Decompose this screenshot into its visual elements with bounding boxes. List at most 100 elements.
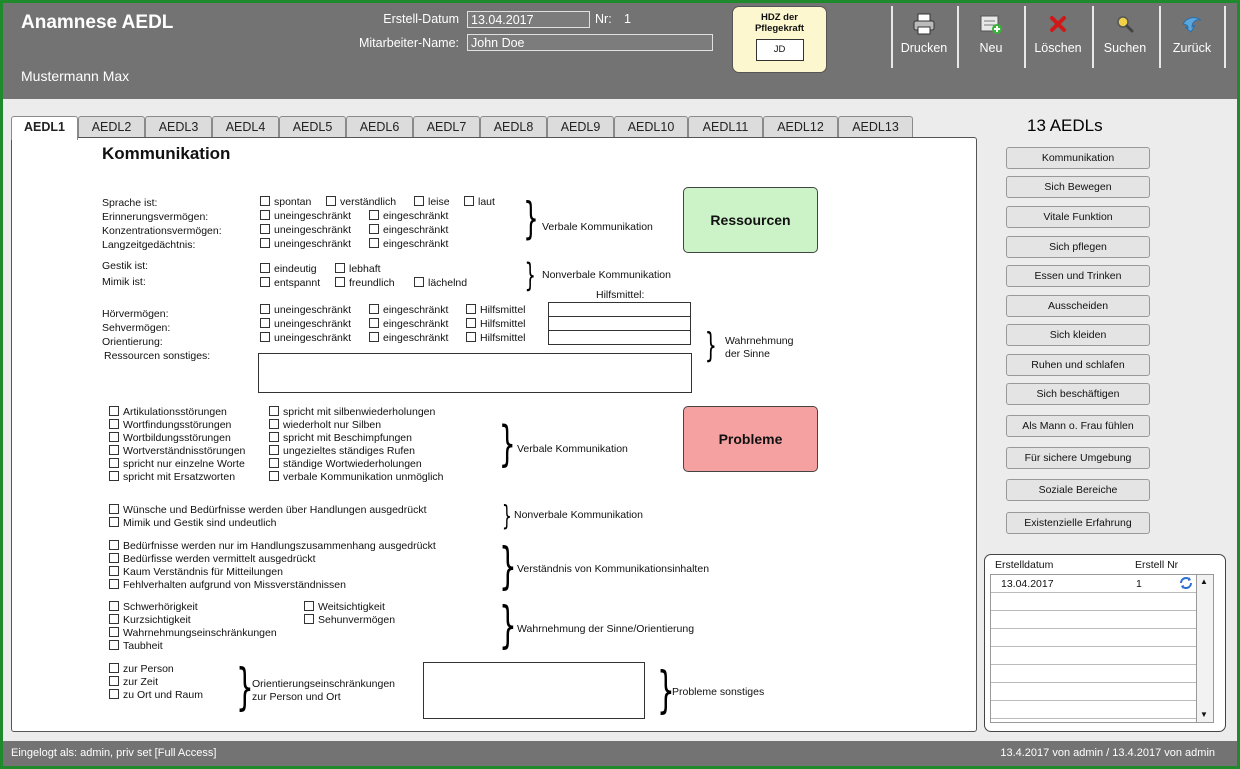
checkbox-lebhaft[interactable] [335,263,345,273]
resources-other-input[interactable] [258,353,692,393]
list-scrollbar[interactable]: ▲ ▼ [1196,575,1213,722]
created-date-input[interactable]: 13.04.2017 [467,11,590,28]
sidebar-button-soziale-bereiche[interactable]: Soziale Bereiche [1006,479,1150,501]
checkbox-hearing-unrestricted[interactable] [260,304,270,314]
checkbox-laechelnd[interactable] [414,277,424,287]
checkbox-orientation-unrestricted[interactable] [260,332,270,342]
tab-aedl1[interactable]: AEDL1 [11,116,78,140]
checkbox-vision-unrestricted[interactable] [260,318,270,328]
list-item[interactable] [991,683,1196,701]
checkbox-problem[interactable] [109,432,119,442]
list-item[interactable] [991,701,1196,719]
checkbox-longterm-restricted[interactable] [369,238,379,248]
checkbox-problem[interactable] [269,445,279,455]
back-button[interactable]: Zurück [1160,6,1224,70]
tab-aedl2[interactable]: AEDL2 [78,116,145,138]
checkbox-problem[interactable] [109,553,119,563]
sidebar-button-mann-frau[interactable]: Als Mann o. Frau fühlen [1006,415,1150,437]
sidebar-button-sich-bewegen[interactable]: Sich Bewegen [1006,176,1150,198]
checkbox-problem[interactable] [109,627,119,637]
checkbox-problem[interactable] [269,458,279,468]
checkbox-problem[interactable] [109,471,119,481]
sidebar-button-sich-kleiden[interactable]: Sich kleiden [1006,324,1150,346]
sidebar-button-ausscheiden[interactable]: Ausscheiden [1006,295,1150,317]
tab-aedl13[interactable]: AEDL13 [838,116,913,138]
delete-button[interactable]: Löschen [1026,6,1090,70]
tab-aedl12[interactable]: AEDL12 [763,116,838,138]
checkbox-problem[interactable] [109,445,119,455]
sidebar-button-essen-trinken[interactable]: Essen und Trinken [1006,265,1150,287]
checkbox-entspannt[interactable] [260,277,270,287]
checkbox-problem[interactable] [109,676,119,686]
checkbox-problem[interactable] [269,419,279,429]
checkbox-concentration-restricted[interactable] [369,224,379,234]
search-button[interactable]: Suchen [1093,6,1157,70]
sidebar-button-vitale-funktion[interactable]: Vitale Funktion [1006,206,1150,228]
tab-aedl8[interactable]: AEDL8 [480,116,547,138]
list-item[interactable] [991,665,1196,683]
checkbox-vision-aids[interactable] [466,318,476,328]
hearing-aids-input[interactable] [548,302,691,317]
checkbox-memory-unrestricted[interactable] [260,210,270,220]
checkbox-problem[interactable] [109,419,119,429]
checkbox-problem[interactable] [109,458,119,468]
checkbox-problem[interactable] [109,663,119,673]
new-button[interactable]: Neu [959,6,1023,70]
orientation-aids-input[interactable] [548,330,691,345]
tab-aedl3[interactable]: AEDL3 [145,116,212,138]
list-item[interactable] [991,593,1196,611]
sidebar-button-sich-beschaeftigen[interactable]: Sich beschäftigen [1006,383,1150,405]
employee-name-input[interactable]: John Doe [467,34,713,51]
print-button[interactable]: Drucken [892,6,956,70]
tab-aedl7[interactable]: AEDL7 [413,116,480,138]
checkbox-orientation-aids[interactable] [466,332,476,342]
sidebar-button-sich-pflegen[interactable]: Sich pflegen [1006,236,1150,258]
checkbox-problem[interactable] [109,601,119,611]
checkbox-leise[interactable] [414,196,424,206]
checkbox-problem[interactable] [109,504,119,514]
scroll-down-icon[interactable]: ▼ [1200,710,1208,719]
checkbox-problem[interactable] [109,517,119,527]
checkbox-longterm-unrestricted[interactable] [260,238,270,248]
checkbox-problem[interactable] [109,540,119,550]
problems-other-input[interactable] [423,662,645,719]
tab-aedl4[interactable]: AEDL4 [212,116,279,138]
sidebar-button-sichere-umgebung[interactable]: Für sichere Umgebung [1006,447,1150,469]
checkbox-problem[interactable] [269,406,279,416]
checkbox-problem[interactable] [269,471,279,481]
checkbox-spontan[interactable] [260,196,270,206]
checkbox-memory-restricted[interactable] [369,210,379,220]
checkbox-problem[interactable] [269,432,279,442]
checkbox-problem[interactable] [109,689,119,699]
vision-aids-input[interactable] [548,316,691,331]
checkbox-problem[interactable] [304,601,314,611]
tab-aedl10[interactable]: AEDL10 [614,116,688,138]
tab-aedl11[interactable]: AEDL11 [688,116,763,138]
checkbox-problem[interactable] [109,566,119,576]
checkbox-laut[interactable] [464,196,474,206]
checkbox-concentration-unrestricted[interactable] [260,224,270,234]
checkbox-orientation-restricted[interactable] [369,332,379,342]
refresh-icon[interactable] [1179,576,1193,593]
list-item[interactable] [991,611,1196,629]
checkbox-freundlich[interactable] [335,277,345,287]
checkbox-problem[interactable] [109,640,119,650]
sidebar-button-ruhen-schlafen[interactable]: Ruhen und schlafen [1006,354,1150,376]
list-item[interactable]: 13.04.2017 1 [991,575,1196,593]
checkbox-problem[interactable] [304,614,314,624]
tab-aedl6[interactable]: AEDL6 [346,116,413,138]
list-item[interactable] [991,647,1196,665]
checkbox-problem[interactable] [109,406,119,416]
hdz-input[interactable]: JD [755,39,804,61]
sidebar-button-existenzielle-erfahrung[interactable]: Existenzielle Erfahrung [1006,512,1150,534]
tab-aedl9[interactable]: AEDL9 [547,116,614,138]
sidebar-button-kommunikation[interactable]: Kommunikation [1006,147,1150,169]
checkbox-vision-restricted[interactable] [369,318,379,328]
checkbox-hearing-aids[interactable] [466,304,476,314]
checkbox-eindeutig[interactable] [260,263,270,273]
list-item[interactable] [991,629,1196,647]
checkbox-hearing-restricted[interactable] [369,304,379,314]
tab-aedl5[interactable]: AEDL5 [279,116,346,138]
checkbox-verstaendlich[interactable] [326,196,336,206]
checkbox-problem[interactable] [109,579,119,589]
